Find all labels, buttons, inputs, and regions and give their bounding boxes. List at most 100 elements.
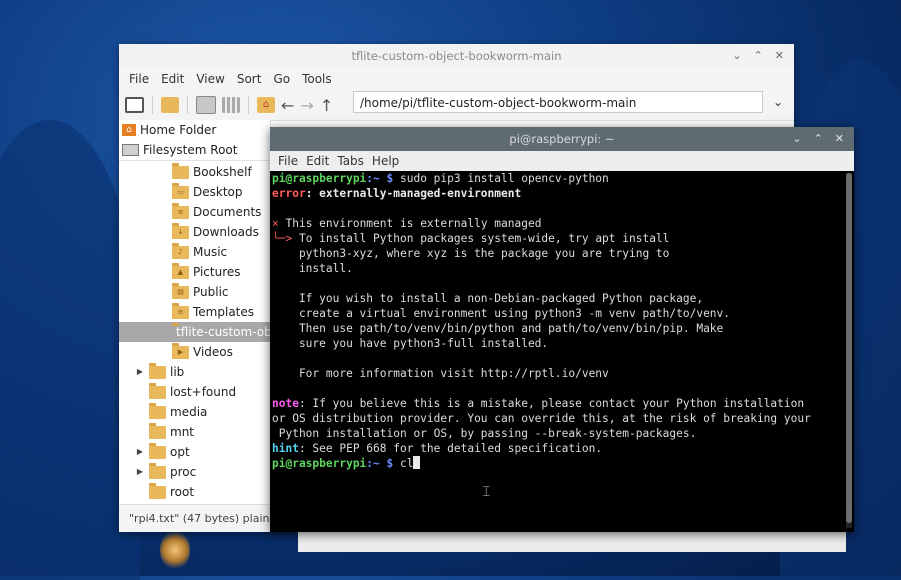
error-text: : externally-managed-environment (305, 187, 522, 200)
tree-item-proc[interactable]: ▶ proc (135, 462, 196, 482)
background-window-edge (298, 532, 846, 552)
close-icon[interactable]: ✕ (775, 44, 784, 68)
toolbar-divider (187, 96, 188, 114)
folder-icon: ↓ (172, 222, 189, 239)
forward-arrow-icon[interactable]: → (300, 96, 313, 115)
tree-item-bookshelf[interactable]: Bookshelf (172, 162, 252, 182)
terminal-line: For more information visit http://rptl.i… (272, 367, 609, 380)
list-view-icon[interactable] (222, 97, 240, 113)
chevron-down-icon[interactable]: ⌄ (732, 44, 741, 68)
folder-icon: ≡ (172, 202, 189, 219)
tree-item-music[interactable]: ♪ Music (172, 242, 227, 262)
tree-item-templates[interactable]: ≡ Templates (172, 302, 254, 322)
sidebar-item-home[interactable]: ⌂ Home Folder (119, 120, 270, 140)
sidebar-item-label: Filesystem Root (143, 143, 238, 157)
file-manager-menubar: File Edit View Sort Go Tools (119, 68, 794, 90)
tree-item-mnt[interactable]: mnt (149, 422, 194, 442)
menu-edit[interactable]: Edit (155, 72, 190, 86)
tree-item-label: media (170, 405, 208, 419)
path-input[interactable]: /home/pi/tflite-custom-object-bookworm-m… (353, 91, 763, 113)
folder-icon (149, 462, 166, 479)
expand-arrow-icon[interactable]: ▶ (135, 362, 145, 382)
tree-item-label: opt (170, 445, 190, 459)
terminal-scrollbar[interactable] (846, 173, 852, 528)
menu-tools[interactable]: Tools (296, 72, 338, 86)
arrow-mark: ╰─> (272, 232, 293, 245)
tree-item-public[interactable]: ▤ Public (172, 282, 229, 302)
new-folder-icon[interactable] (161, 97, 179, 113)
wallpaper-lamp (160, 530, 190, 570)
tree-item-pictures[interactable]: ▲ Pictures (172, 262, 241, 282)
prompt-path: :~ $ (366, 457, 400, 470)
menu-view[interactable]: View (190, 72, 230, 86)
chevron-up-icon[interactable]: ⌃ (814, 127, 823, 151)
terminal-line: Python installation or OS, by passing --… (272, 427, 697, 440)
terminal-line: error: externally-managed-environment (272, 186, 842, 201)
tree-item-lib[interactable]: ▶ lib (135, 362, 184, 382)
folder-icon (149, 442, 166, 459)
terminal-titlebar[interactable]: pi@raspberrypi: ~ ⌄ ⌃ ✕ (270, 127, 854, 151)
tree-item-lost-found[interactable]: lost+found (149, 382, 236, 402)
menu-edit[interactable]: Edit (302, 154, 333, 168)
expand-arrow-icon[interactable]: ▶ (135, 462, 145, 482)
folder-icon (172, 162, 189, 179)
up-arrow-icon[interactable]: ↑ (320, 96, 333, 115)
toolbar-divider (248, 96, 249, 114)
close-icon[interactable]: ✕ (835, 127, 844, 151)
folder-icon: ▤ (172, 282, 189, 299)
chevron-down-icon[interactable]: ⌄ (767, 91, 789, 113)
tree-item-tflite-selected[interactable]: tflite-custom-ob (119, 322, 270, 342)
tree-item-root[interactable]: root (149, 482, 194, 502)
terminal-line: Then use path/to/venv/bin/python and pat… (272, 322, 724, 335)
chevron-down-icon[interactable]: ⌄ (792, 127, 801, 151)
output-text: To install Python packages system-wide, … (292, 232, 670, 245)
file-manager-title: tflite-custom-object-bookworm-main (351, 49, 562, 63)
hint-label: hint (272, 442, 299, 455)
folder-icon (149, 482, 166, 499)
menu-file[interactable]: File (274, 154, 302, 168)
folder-icon (149, 362, 166, 379)
expand-arrow-icon[interactable]: ▶ (135, 442, 145, 462)
sidebar-toggle-icon[interactable] (125, 97, 144, 113)
drive-icon (122, 144, 139, 156)
tree-item-videos[interactable]: ▶ Videos (172, 342, 233, 362)
scrollbar-thumb[interactable] (846, 173, 852, 523)
chevron-up-icon[interactable]: ⌃ (754, 44, 763, 68)
tree-item-media[interactable]: media (149, 402, 207, 422)
tree-item-label: Pictures (193, 265, 241, 279)
tree-item-documents[interactable]: ≡ Documents (172, 202, 261, 222)
tree-item-downloads[interactable]: ↓ Downloads (172, 222, 259, 242)
terminal-title: pi@raspberrypi: ~ (509, 132, 615, 146)
note-label: note (272, 397, 299, 410)
tree-item-label: Templates (193, 305, 255, 319)
mouse-ibeam-cursor-icon: ⌶ (482, 484, 491, 500)
tree-item-label: root (170, 485, 195, 499)
hint-text: : See PEP 668 for the detailed specifica… (298, 442, 603, 455)
tree-item-opt[interactable]: ▶ opt (135, 442, 190, 462)
tree-item-label: tflite-custom-ob (176, 325, 271, 339)
icon-view-icon[interactable] (196, 96, 216, 114)
terminal-line: or OS distribution provider. You can ove… (272, 412, 811, 425)
terminal-line: pi@raspberrypi:~ $ cl (272, 456, 842, 471)
menu-sort[interactable]: Sort (231, 72, 268, 86)
text-cursor (413, 456, 421, 469)
tree-item-label: mnt (170, 425, 194, 439)
folder-icon (149, 422, 166, 439)
terminal-output[interactable]: pi@raspberrypi:~ $ sudo pip3 install ope… (272, 171, 842, 529)
terminal-line: hint: See PEP 668 for the detailed speci… (272, 441, 842, 456)
menu-file[interactable]: File (123, 72, 155, 86)
menu-help[interactable]: Help (368, 154, 403, 168)
folder-icon: ≡ (172, 302, 189, 319)
terminal-line: × This environment is externally managed (272, 216, 842, 231)
sidebar-item-filesystem[interactable]: Filesystem Root (119, 140, 270, 160)
menu-go[interactable]: Go (267, 72, 296, 86)
x-mark: × (272, 217, 279, 230)
tree-item-desktop[interactable]: ▭ Desktop (172, 182, 243, 202)
window-controls: ⌄ ⌃ ✕ (732, 44, 784, 68)
back-arrow-icon[interactable]: ← (281, 96, 294, 115)
menu-tabs[interactable]: Tabs (333, 154, 368, 168)
home-icon[interactable]: ⌂ (257, 97, 275, 113)
file-manager-titlebar[interactable]: tflite-custom-object-bookworm-main ⌄ ⌃ ✕ (119, 44, 794, 68)
